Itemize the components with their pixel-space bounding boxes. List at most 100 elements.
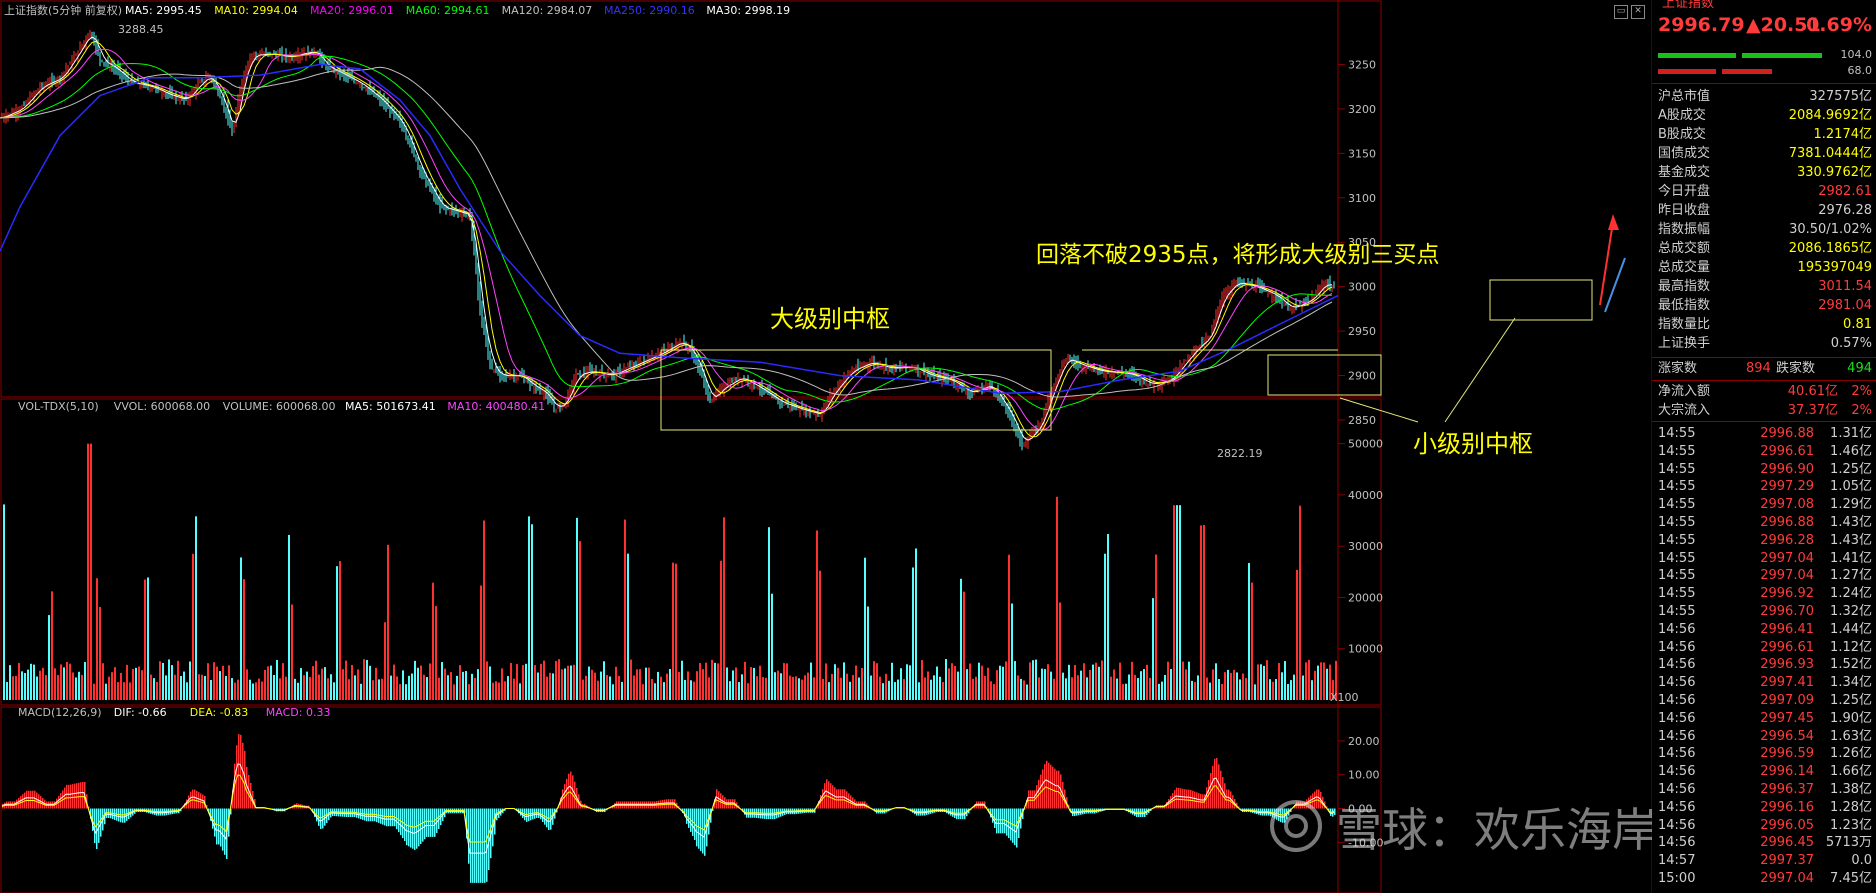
volume-bar	[525, 663, 527, 700]
volume-bar	[684, 679, 686, 700]
tick-time: 14:55	[1658, 568, 1696, 584]
tick-row: 14:55 2996.92 1.24亿	[1652, 585, 1876, 603]
flow-pct: 2%	[1851, 384, 1872, 399]
volume-bar	[18, 663, 20, 700]
volume-bar	[138, 666, 140, 700]
volume-bar	[558, 659, 560, 700]
stat-row: 总成交量 195397049	[1652, 259, 1876, 277]
volume-bar	[891, 662, 893, 700]
stat-label: 昨日收盘	[1658, 203, 1711, 218]
volume-bar	[888, 680, 890, 700]
volume-bar	[435, 606, 437, 700]
snowball-logo-icon	[1270, 800, 1322, 852]
volume-bar	[27, 669, 29, 700]
volume-bar	[576, 517, 578, 700]
volume-bar	[267, 666, 269, 700]
volume-bar	[171, 665, 173, 700]
volume-bar	[810, 662, 812, 700]
volume-bar	[582, 679, 584, 700]
volume-bar	[99, 606, 101, 700]
legend-item: MA5: 2995.45	[125, 4, 202, 17]
volume-bar	[78, 671, 80, 700]
volume-bar	[834, 664, 836, 700]
volume-bar	[609, 676, 611, 700]
volume-bar	[1110, 676, 1112, 700]
macd-bar	[1002, 808, 1004, 834]
volume-bar	[1230, 673, 1232, 700]
volume-bar	[231, 678, 233, 700]
volume-bar	[1143, 669, 1145, 700]
macd-bar	[216, 808, 218, 845]
macd-bar	[768, 808, 770, 820]
volume-unit-label: X100	[1330, 691, 1359, 704]
volume-bar	[123, 682, 125, 700]
volume-bar	[1260, 664, 1262, 700]
volume-bar	[1242, 673, 1244, 700]
price-tick-label: 3100	[1348, 192, 1376, 205]
volume-bar	[1167, 661, 1169, 700]
volume-bar	[21, 671, 23, 700]
tick-time: 14:55	[1658, 479, 1696, 495]
volume-bar	[264, 669, 266, 700]
volume-bar	[1059, 602, 1061, 700]
volume-tick-label: 40000	[1348, 489, 1383, 502]
macd-bar	[1058, 770, 1060, 809]
volume-bar	[1281, 672, 1283, 700]
macd-bar	[368, 808, 370, 822]
volume-bar	[1251, 582, 1253, 700]
ma120-line	[0, 66, 1333, 398]
volume-bar	[1002, 666, 1004, 700]
tick-row: 14:55 2996.28 1.43亿	[1652, 532, 1876, 550]
volume-bar	[255, 682, 257, 700]
volume-bar	[240, 557, 242, 700]
volume-bar	[1092, 664, 1094, 700]
volume-bar	[819, 570, 821, 700]
close-button[interactable]: ✕	[1631, 5, 1645, 19]
tick-price: 2996.16	[1760, 799, 1814, 815]
volume-bar	[1005, 661, 1007, 700]
volume-bar	[570, 665, 572, 700]
volume-bar	[420, 665, 422, 700]
volume-bar	[285, 676, 287, 700]
macd-bar	[1000, 808, 1002, 834]
macd-bar	[126, 808, 128, 821]
volume-bar	[1089, 670, 1091, 700]
volume-bar	[630, 659, 632, 700]
tick-row: 15:00 2997.04 7.45亿	[1652, 870, 1876, 888]
volume-bar	[477, 669, 479, 700]
macd-bar	[390, 808, 392, 827]
price-tick-label: 3250	[1348, 58, 1376, 71]
volume-bar	[399, 684, 401, 700]
minimize-button[interactable]: ▭	[1614, 5, 1628, 19]
volume-bar	[1014, 661, 1016, 700]
volume-bar	[213, 662, 215, 700]
volume-bar	[9, 665, 11, 700]
volume-bar	[111, 672, 113, 700]
stat-label: 指数量比	[1658, 317, 1711, 332]
volume-bar	[537, 672, 539, 700]
volume-bar	[336, 566, 338, 700]
volume-bar	[1158, 683, 1160, 700]
tick-row: 14:56 2996.93 1.52亿	[1652, 656, 1876, 674]
volume-bar	[408, 675, 410, 700]
legend-item: MACD: 0.33	[266, 706, 331, 719]
volume-bar	[1176, 505, 1178, 700]
macd-bar	[386, 808, 388, 827]
tick-time: 14:56	[1658, 639, 1696, 655]
volume-bar	[1236, 672, 1238, 700]
macd-bar	[1178, 787, 1180, 809]
volume-bar	[387, 544, 389, 700]
volume-bar	[966, 669, 968, 700]
tick-amount: 1.43亿	[1830, 532, 1872, 548]
macd-bar	[826, 779, 828, 809]
stat-row: 国债成交 7381.0444亿	[1652, 145, 1876, 163]
volume-bar	[1191, 680, 1193, 700]
macd-bar	[436, 808, 438, 833]
tick-row: 14:56 2996.54 1.63亿	[1652, 728, 1876, 746]
stat-value: 3011.54	[1818, 279, 1872, 294]
tick-amount: 1.38亿	[1830, 782, 1872, 797]
volume-bar	[963, 591, 965, 700]
volume-bar	[1044, 669, 1046, 700]
tick-amount: 5713万	[1825, 835, 1872, 851]
legend-item: MA20: 2996.01	[310, 4, 394, 17]
